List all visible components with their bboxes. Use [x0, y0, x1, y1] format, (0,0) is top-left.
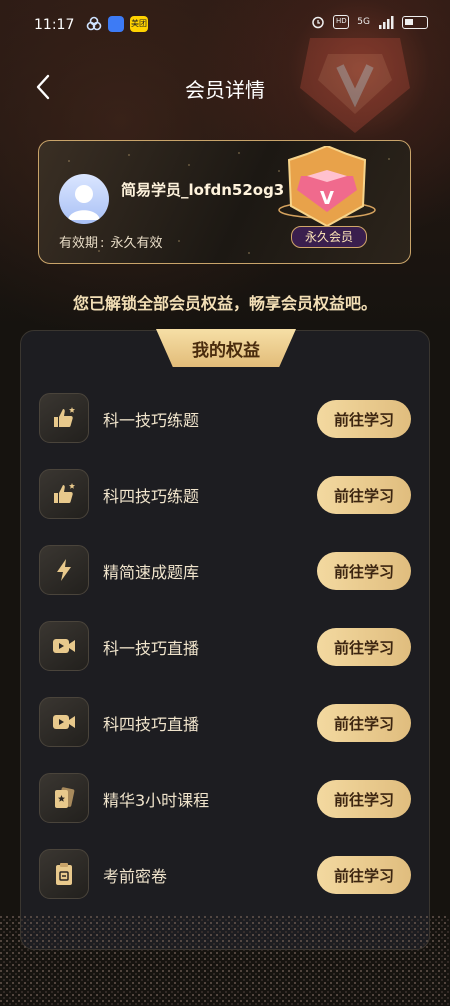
alarm-icon: [312, 16, 325, 29]
validity-colon: :: [100, 236, 105, 251]
status-bar: 11:17 美团 HD 5G: [0, 0, 450, 40]
default-user-icon: [68, 185, 100, 220]
benefit-row: 精华3小时课程 前往学习: [39, 773, 411, 825]
thumbs-up-star-icon: [39, 393, 89, 443]
benefit-row: 科一技巧练题 前往学习: [39, 393, 411, 445]
validity-label: 有效期: [59, 236, 99, 251]
benefit-row: 精简速成题库 前往学习: [39, 545, 411, 597]
go-study-button[interactable]: 前往学习: [317, 704, 411, 742]
member-card: 简易学员_lofdn52og3 有效期: 永久有效 V 永久会员: [38, 140, 411, 264]
lightning-icon: [39, 545, 89, 595]
course-cards-icon: [39, 773, 89, 823]
validity-value: 永久有效: [110, 236, 163, 251]
benefit-row: 科四技巧直播 前往学习: [39, 697, 411, 749]
benefit-label: 考前密卷: [103, 867, 168, 886]
go-study-button[interactable]: 前往学习: [317, 780, 411, 818]
benefit-label: 精华3小时课程: [103, 791, 210, 810]
benefit-label: 科一技巧直播: [103, 639, 200, 658]
bottom-texture-decoration: [0, 916, 450, 1006]
meituan-app-icon: 美团: [130, 16, 148, 32]
network-type-label: 5G: [357, 17, 370, 27]
benefits-title-tab: 我的权益: [156, 329, 296, 367]
benefit-label: 科四技巧练题: [103, 487, 200, 506]
avatar: [59, 174, 109, 224]
video-camera-icon: [39, 621, 89, 671]
username: 简易学员_lofdn52og3: [121, 181, 285, 199]
battery-icon: [402, 15, 428, 29]
benefit-row: 考前密卷 前往学习: [39, 849, 411, 901]
video-camera-icon: [39, 697, 89, 747]
vip-letter: V: [320, 188, 334, 209]
tagline: 您已解锁全部会员权益，畅享会员权益吧。: [72, 294, 377, 313]
vip-diamond-icon: V: [278, 144, 376, 228]
benefit-row: 科四技巧练题 前往学习: [39, 469, 411, 521]
go-study-button[interactable]: 前往学习: [317, 552, 411, 590]
badge-label: 永久会员: [291, 226, 367, 248]
cloud-app-icon: [86, 16, 102, 32]
benefit-label: 科四技巧直播: [103, 715, 200, 734]
page-title: 会员详情: [185, 78, 265, 102]
status-indicators: HD 5G: [311, 15, 428, 29]
clipboard-icon: [39, 849, 89, 899]
hd-icon: HD: [333, 15, 350, 29]
browser-app-icon: [108, 16, 124, 32]
signal-icon: [379, 15, 394, 29]
go-study-button[interactable]: 前往学习: [317, 628, 411, 666]
benefit-label: 科一技巧练题: [103, 411, 200, 430]
benefit-label: 精简速成题库: [103, 563, 200, 582]
validity: 有效期: 永久有效: [59, 232, 163, 251]
status-time: 11:17: [34, 17, 75, 33]
go-study-button[interactable]: 前往学习: [317, 476, 411, 514]
thumbs-up-star-icon: [39, 469, 89, 519]
benefits-panel: 我的权益 科一技巧练题 前往学习 科四技巧练题 前往学习 精简速成题库 前往学习…: [20, 329, 430, 950]
go-study-button[interactable]: 前往学习: [317, 400, 411, 438]
benefits-title: 我的权益: [192, 340, 260, 361]
go-study-button[interactable]: 前往学习: [317, 856, 411, 894]
permanent-member-badge: V 永久会员: [277, 144, 377, 254]
benefit-row: 科一技巧直播 前往学习: [39, 621, 411, 673]
